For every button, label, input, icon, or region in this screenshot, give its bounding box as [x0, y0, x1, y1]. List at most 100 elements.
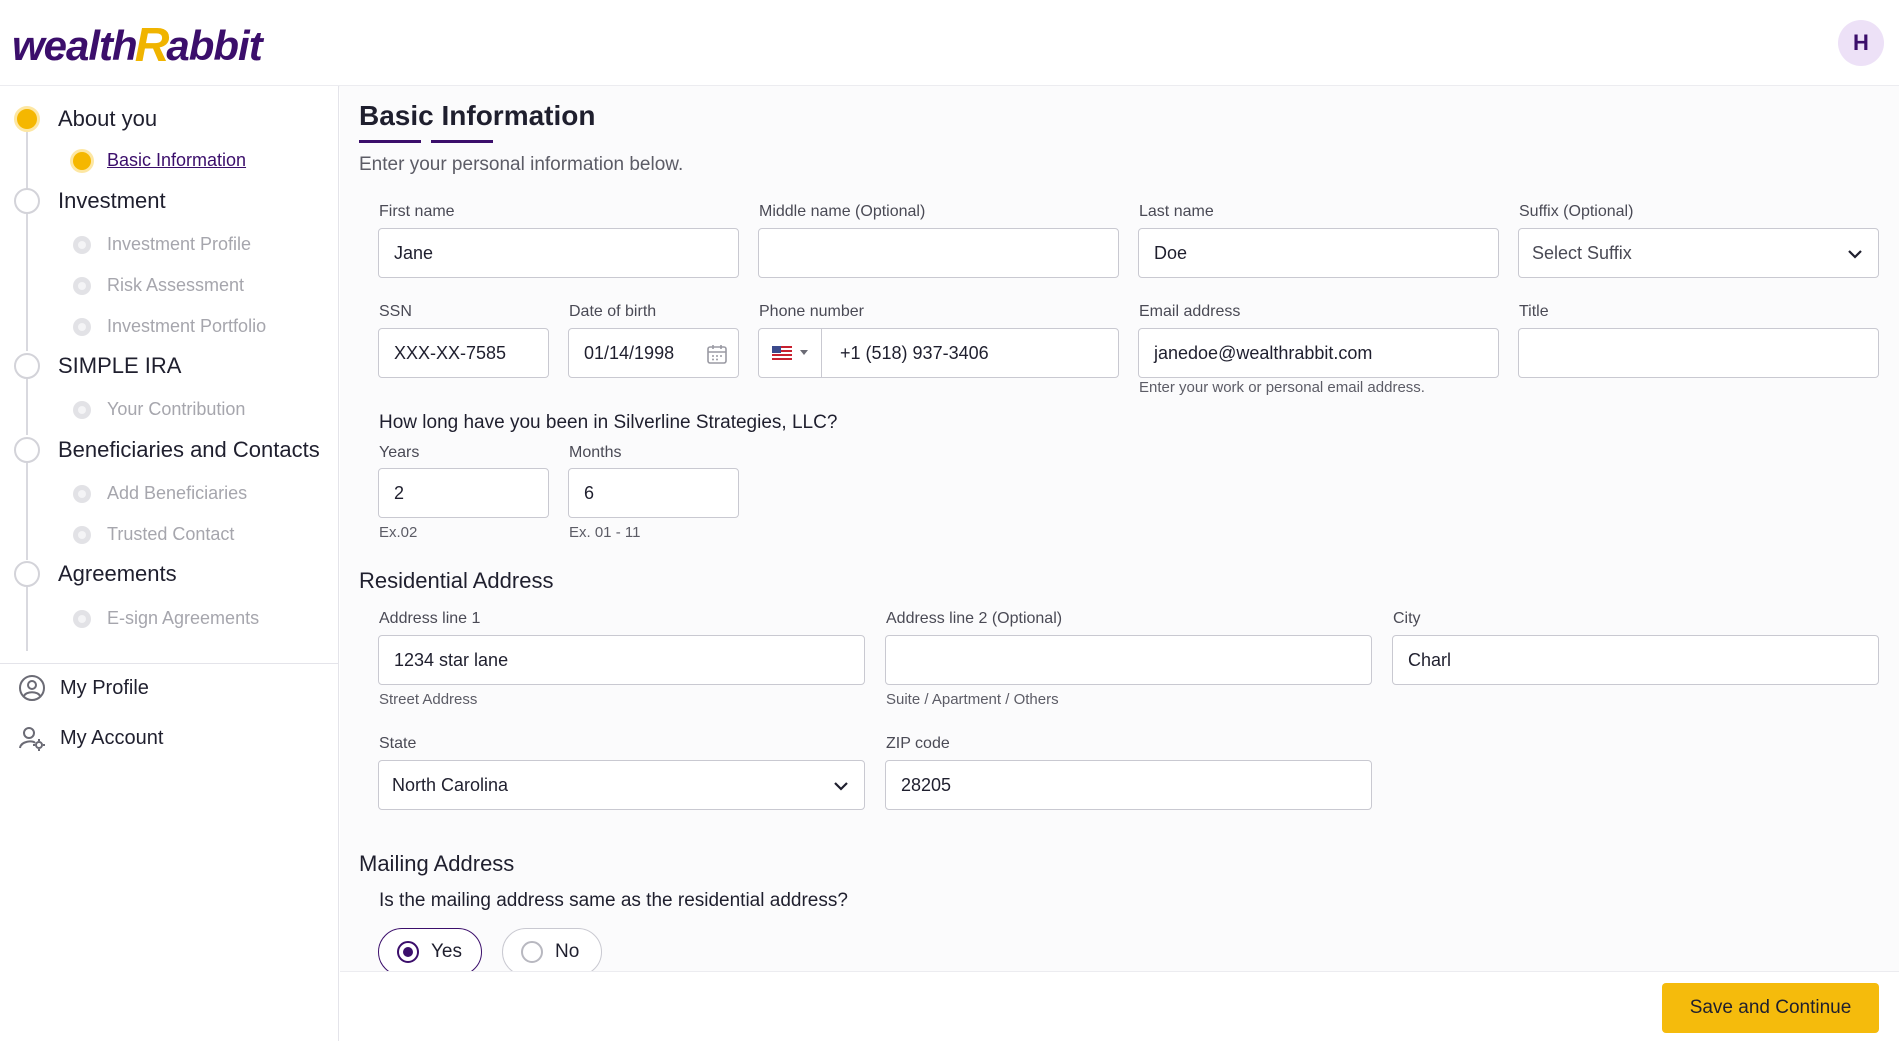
step-indicator-icon [14, 106, 40, 132]
sidebar-step-agreements[interactable]: Agreements [14, 561, 177, 587]
months-input[interactable]: 6 [568, 468, 739, 518]
sidebar-item-risk-assessment[interactable]: Risk Assessment [73, 275, 244, 296]
step-label: Investment [58, 188, 166, 213]
step-connector [26, 377, 28, 435]
substep-label: Trusted Contact [107, 524, 235, 544]
address-line2-helper: Suite / Apartment / Others [886, 691, 1059, 708]
years-input[interactable]: 2 [378, 468, 549, 518]
sidebar-item-investment-profile[interactable]: Investment Profile [73, 234, 251, 255]
phone-input[interactable]: +1 (518) 937-3406 [758, 328, 1119, 378]
title-underline [431, 140, 493, 143]
address-line1-input[interactable]: 1234 star lane [378, 635, 865, 685]
zip-label: ZIP code [886, 735, 950, 752]
email-helper: Enter your work or personal email addres… [1139, 379, 1425, 396]
logo-text-left: wealth [12, 21, 138, 69]
substep-label: E-sign Agreements [107, 608, 260, 628]
radio-no-label: No [555, 941, 580, 962]
dob-label: Date of birth [569, 303, 657, 320]
step-indicator-icon [14, 353, 40, 379]
page-subtitle: Enter your personal information below. [359, 154, 684, 175]
months-label: Months [569, 444, 622, 461]
mailing-same-no-radio[interactable]: No [502, 928, 602, 976]
substep-label: Investment Profile [107, 234, 252, 254]
logo-r: R [134, 19, 170, 72]
first-name-label: First name [379, 203, 455, 220]
my-profile-label: My Profile [60, 676, 149, 699]
footer-bar: Save and Continue [340, 971, 1899, 1041]
sidebar-link-my-account[interactable]: My Account [18, 724, 163, 752]
phone-value: +1 (518) 937-3406 [840, 342, 989, 363]
address-line2-label: Address line 2 (Optional) [886, 610, 1063, 627]
sidebar-step-about-you[interactable]: About you [14, 106, 157, 132]
step-connector [26, 585, 28, 651]
months-helper: Ex. 01 - 11 [569, 524, 641, 541]
city-label: City [1393, 610, 1421, 627]
substep-label: Basic Information [107, 150, 247, 170]
save-and-continue-button[interactable]: Save and Continue [1662, 983, 1879, 1033]
mailing-same-yes-radio[interactable]: Yes [378, 928, 482, 976]
sidebar-item-basic-information[interactable]: Basic Information [73, 150, 246, 171]
avatar[interactable]: H [1838, 20, 1884, 66]
step-label: About you [58, 106, 158, 131]
first-name-input[interactable]: Jane [378, 228, 739, 278]
last-name-input[interactable]: Doe [1138, 228, 1499, 278]
address-line1-label: Address line 1 [379, 610, 481, 627]
user-circle-icon [19, 675, 45, 701]
substep-indicator-icon [73, 317, 91, 336]
substep-label: Your Contribution [107, 399, 246, 419]
step-label: Agreements [58, 561, 177, 586]
middle-name-label: Middle name (Optional) [759, 203, 926, 220]
main-content: Basic Information Enter your personal in… [340, 86, 1899, 976]
zip-input[interactable]: 28205 [885, 760, 1372, 810]
my-account-label: My Account [60, 726, 164, 749]
top-bar: wealth Rabbit H [0, 0, 1899, 86]
step-connector [26, 461, 28, 560]
sidebar-divider [0, 663, 339, 664]
logo-text-right: abbit [166, 21, 262, 69]
sidebar-link-my-profile[interactable]: My Profile [18, 674, 149, 702]
state-select-value: North Carolina [392, 774, 509, 795]
mailing-same-question: Is the mailing address same as the resid… [379, 890, 848, 911]
substep-indicator-icon [73, 235, 91, 254]
sidebar-item-your-contribution[interactable]: Your Contribution [73, 399, 245, 420]
country-code-select[interactable] [759, 329, 822, 377]
sidebar-item-add-beneficiaries[interactable]: Add Beneficiaries [73, 483, 247, 504]
sidebar: About you Basic Information Investment I… [0, 86, 339, 1041]
suffix-select-value: Select Suffix [1532, 242, 1632, 263]
ssn-input[interactable]: XXX-XX-7585 [378, 328, 549, 378]
sidebar-step-simple-ira[interactable]: SIMPLE IRA [14, 353, 181, 379]
dob-input[interactable]: 01/14/1998 [568, 328, 739, 378]
substep-indicator-icon [73, 400, 91, 419]
step-label: Beneficiaries and Contacts [58, 437, 320, 462]
chevron-down-icon [834, 782, 848, 791]
residential-address-heading: Residential Address [359, 568, 554, 593]
sidebar-item-investment-portfolio[interactable]: Investment Portfolio [73, 316, 266, 337]
state-select[interactable]: North Carolina [378, 760, 865, 810]
user-settings-icon [19, 727, 45, 751]
substep-label: Risk Assessment [107, 275, 245, 295]
radio-unselected-icon [521, 941, 543, 963]
substep-label: Add Beneficiaries [107, 483, 248, 503]
calendar-icon[interactable] [706, 343, 728, 365]
email-input[interactable]: janedoe@wealthrabbit.com [1138, 328, 1499, 378]
sidebar-item-trusted-contact[interactable]: Trusted Contact [73, 524, 234, 545]
step-indicator-icon [14, 437, 40, 463]
title-label: Title [1519, 303, 1549, 320]
sidebar-step-investment[interactable]: Investment [14, 188, 166, 214]
phone-label: Phone number [759, 303, 864, 320]
substep-indicator-icon [73, 276, 91, 295]
suffix-label: Suffix (Optional) [1519, 203, 1634, 220]
suffix-select[interactable]: Select Suffix [1518, 228, 1879, 278]
wealthrabbit-logo[interactable]: wealth Rabbit [12, 18, 263, 73]
title-input[interactable] [1518, 328, 1879, 378]
radio-yes-label: Yes [431, 941, 462, 962]
step-connector [26, 213, 28, 351]
sidebar-step-beneficiaries[interactable]: Beneficiaries and Contacts [14, 437, 320, 463]
city-input[interactable]: Charl [1392, 635, 1879, 685]
sidebar-item-e-sign-agreements[interactable]: E-sign Agreements [73, 608, 259, 629]
address-line2-input[interactable] [885, 635, 1372, 685]
step-indicator-icon [14, 561, 40, 587]
tenure-question: How long have you been in Silverline Str… [379, 412, 838, 433]
step-connector [26, 131, 28, 189]
middle-name-input[interactable] [758, 228, 1119, 278]
